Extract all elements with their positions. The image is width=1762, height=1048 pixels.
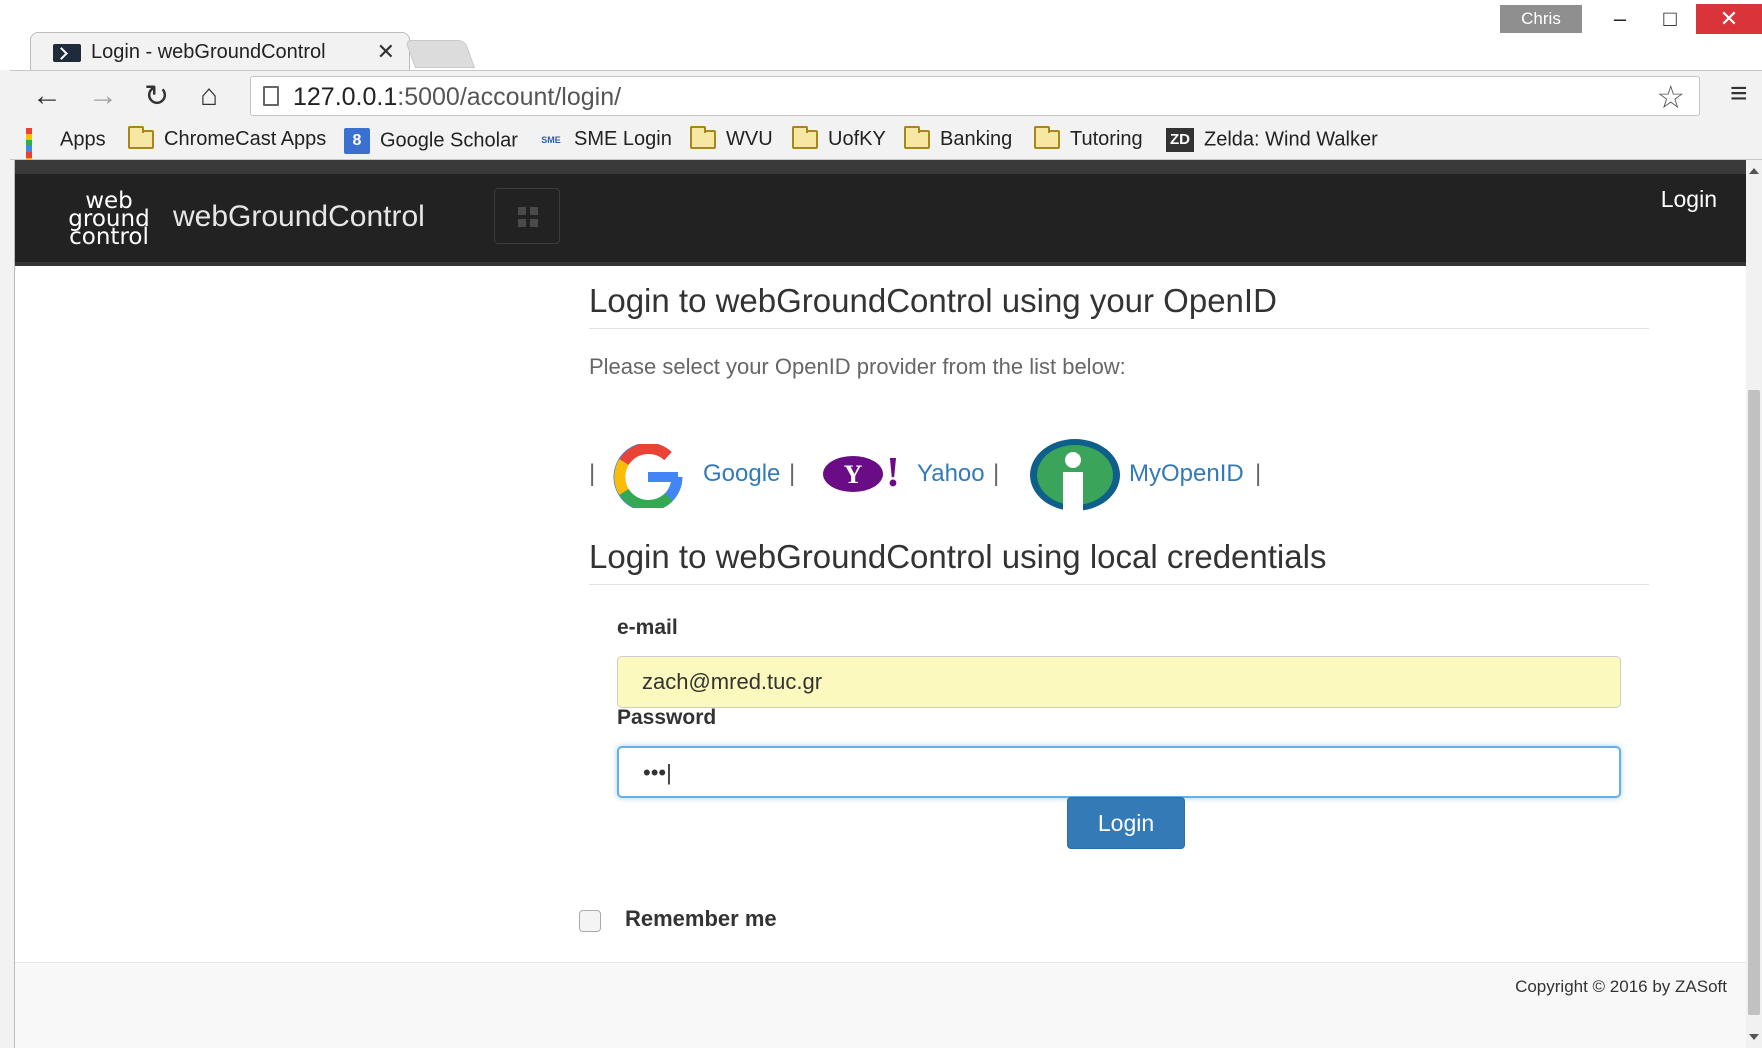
bookmark-sme-login[interactable]: SME SME Login [538,128,672,151]
google-scholar-icon: 8 [344,128,370,154]
bookmark-tutoring[interactable]: Tutoring [1034,126,1143,151]
remember-me-checkbox[interactable] [579,910,601,932]
svg-text:!: ! [886,450,900,496]
bookmark-chromecast-apps[interactable]: ChromeCast Apps [128,126,327,151]
brand-logo[interactable]: web ground control [59,190,159,250]
bookmark-label: Tutoring [1070,128,1143,150]
tab-strip: Login - webGroundControl ✕ Chris – □ ✕ [0,0,1762,70]
bookmark-uofky[interactable]: UofKY [792,126,886,151]
grid-icon [530,219,538,227]
zd-icon: ZD [1166,128,1194,152]
apps-grid-icon [26,128,50,182]
bookmark-apps[interactable]: Apps [26,128,106,182]
sme-icon: SME [541,134,561,145]
url-path: :5000/account/login/ [397,83,622,111]
scrollbar-thumb[interactable] [1748,390,1760,1015]
google-logo-icon[interactable] [611,444,685,508]
email-field[interactable]: zach@mred.tuc.gr [617,656,1621,708]
browser-toolbar: ← → ↻ ⌂ 127.0.0.1:5000/account/login/ ☆ … [10,70,1762,122]
email-label: e-mail [617,616,678,639]
separator: | [589,460,596,487]
minimize-button[interactable]: – [1600,4,1640,34]
folder-icon [1034,126,1060,150]
grid-icon [530,207,538,215]
bookmark-label: SME Login [574,128,672,150]
page-icon [263,86,279,106]
bookmark-label: ChromeCast Apps [164,128,327,150]
folder-icon [128,126,154,150]
folder-icon [690,126,716,150]
separator: | [789,460,796,487]
browser-tab-login[interactable]: Login - webGroundControl ✕ [30,32,410,70]
logo-line: control [69,224,149,250]
folder-icon [792,126,818,150]
tab-close-icon[interactable]: ✕ [377,39,395,65]
terminal-favicon-icon [53,44,81,62]
scroll-up-arrow-icon[interactable] [1749,168,1759,174]
page-viewport: web ground control webGroundControl Logi… [14,160,1747,1048]
openid-provider-list: | Google | Y ! Yahoo | MyOpenID | [589,438,1489,518]
bookmark-google-scholar[interactable]: 8 Google Scholar [344,128,518,154]
bookmark-zelda-wind-walker[interactable]: ZD Zelda: Wind Walker [1166,128,1378,152]
address-bar[interactable]: 127.0.0.1:5000/account/login/ ☆ [250,76,1700,116]
vertical-scrollbar[interactable] [1746,160,1762,1048]
bookmark-wvu[interactable]: WVU [690,126,773,151]
bookmark-label: Zelda: Wind Walker [1204,128,1378,151]
page-footer: Copyright © 2016 by ZASoft [15,962,1747,1048]
home-icon[interactable]: ⌂ [200,79,218,113]
yahoo-provider-link[interactable]: Yahoo [917,460,985,488]
svg-text:Y: Y [844,460,863,489]
bookmark-label: Google Scholar [380,129,518,152]
profile-button[interactable]: Chris [1500,5,1582,33]
bookmark-star-icon[interactable]: ☆ [1656,78,1685,116]
openid-heading: Login to webGroundControl using your Ope… [589,282,1649,329]
url-host: 127.0.0.1 [293,83,398,111]
remember-me-label: Remember me [625,906,777,931]
password-field[interactable]: •••| [617,746,1621,798]
folder-icon [904,126,930,150]
copyright-text: Copyright © 2016 by ZASoft [1515,977,1727,996]
navbar-toggle-button[interactable] [494,188,560,244]
separator: | [993,460,1000,487]
chrome-menu-icon[interactable]: ≡ [1730,77,1748,111]
myopenid-logo-icon[interactable] [1029,438,1121,512]
bookmark-label: Apps [60,128,106,151]
yahoo-logo-icon[interactable]: Y ! [821,448,905,498]
scroll-down-arrow-icon[interactable] [1749,1034,1759,1040]
bookmark-label: Banking [940,128,1013,150]
forward-arrow-icon[interactable]: → [88,79,118,113]
bookmark-label: WVU [726,128,773,150]
close-window-button[interactable]: ✕ [1696,4,1762,34]
yahoo-logo-graphic: Y ! [823,450,900,496]
bookmark-label: UofKY [828,128,886,150]
bookmarks-bar: Apps ChromeCast Apps 8 Google Scholar SME… [10,122,1762,182]
new-tab-button[interactable] [404,40,476,68]
grid-icon [518,219,526,227]
local-credentials-heading: Login to webGroundControl using local cr… [589,538,1649,585]
brand-name[interactable]: webGroundControl [173,200,425,234]
url-text[interactable]: 127.0.0.1:5000/account/login/ [293,83,621,112]
myopenid-provider-link[interactable]: MyOpenID [1129,460,1244,488]
maximize-button[interactable]: □ [1650,4,1690,34]
separator: | [1255,460,1262,487]
google-provider-link[interactable]: Google [703,460,780,488]
grid-icon [518,207,526,215]
login-button[interactable]: Login [1067,797,1185,849]
bookmark-banking[interactable]: Banking [904,126,1013,151]
tab-title: Login - webGroundControl [91,41,326,63]
site-navbar: web ground control webGroundControl Logi… [15,160,1747,266]
reload-icon[interactable]: ↻ [144,79,169,114]
browser-window: Login - webGroundControl ✕ Chris – □ ✕ ←… [0,0,1762,1048]
navbar-login-link[interactable]: Login [1661,186,1717,213]
openid-subtitle: Please select your OpenID provider from … [589,354,1126,379]
password-label: Password [617,706,717,729]
back-arrow-icon[interactable]: ← [32,79,62,113]
